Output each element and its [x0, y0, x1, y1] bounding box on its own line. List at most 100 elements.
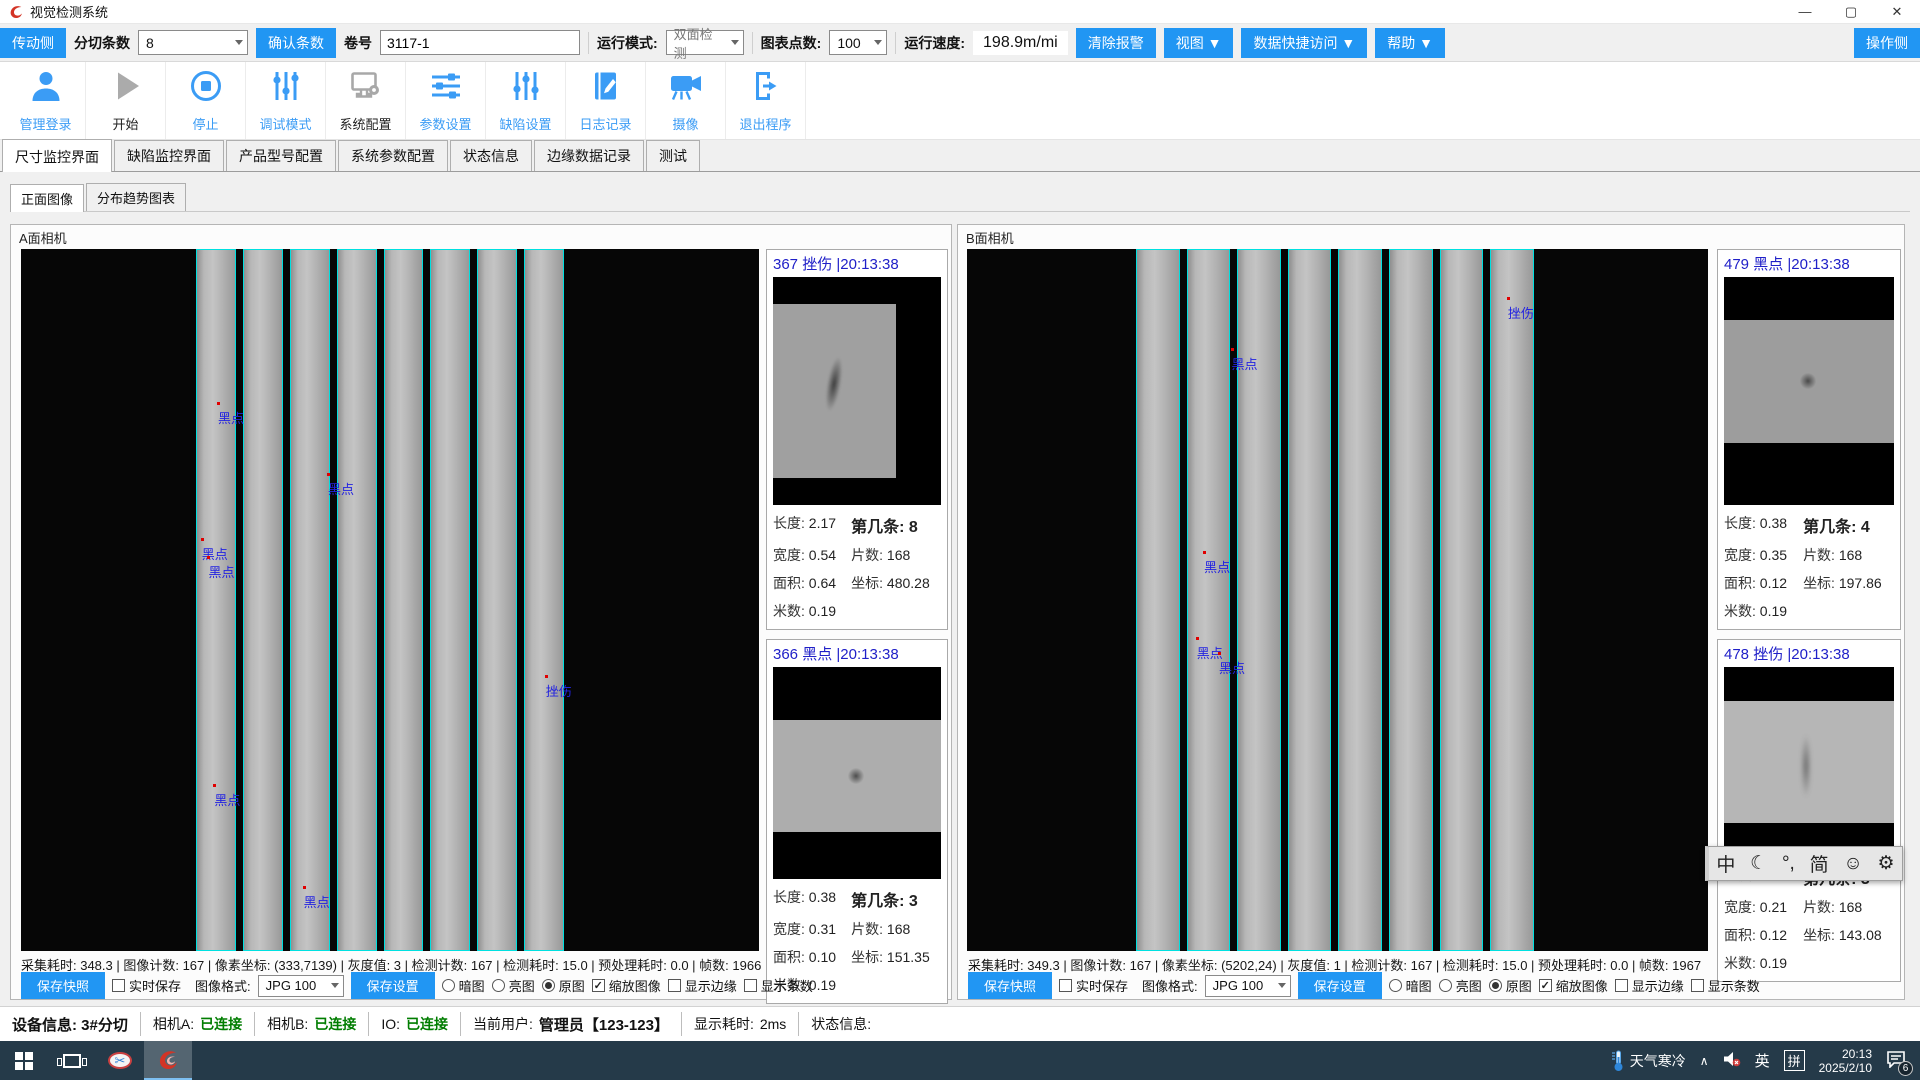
current-user-label: 当前用户:	[473, 1014, 533, 1034]
user-button[interactable]: 管理登录	[6, 62, 86, 139]
chart-points-label: 图表点数:	[761, 33, 822, 53]
ime-mode-indicator[interactable]: 拼	[1784, 1050, 1805, 1071]
maximize-button[interactable]: ▢	[1828, 0, 1874, 23]
run-mode-select[interactable]: 双面检测	[666, 30, 744, 55]
close-button[interactable]: ✕	[1874, 0, 1920, 23]
film-strip	[290, 249, 330, 951]
start-run-button[interactable]: 开始	[86, 62, 166, 139]
realtime-save-checkbox[interactable]: 实时保存	[1059, 976, 1128, 995]
camera-b-panel: B面相机 挫伤黑点黑点黑点黑点 479 黑点 |20:13:38 长度: 0.3…	[957, 224, 1905, 1000]
chart-points-select[interactable]: 100	[829, 30, 887, 55]
image-format-select[interactable]: JPG 100	[1205, 975, 1291, 997]
stop-button[interactable]: 停止	[166, 62, 246, 139]
tab-6[interactable]: 边缘数据记录	[534, 140, 644, 171]
drive-side-button[interactable]: 传动侧	[0, 28, 66, 58]
realtime-save-checkbox[interactable]: 实时保存	[112, 976, 181, 995]
volume-muted-button[interactable]	[1723, 1051, 1741, 1070]
video-camera-button[interactable]: 摄像	[646, 62, 726, 139]
io-status: 已连接	[406, 1014, 448, 1034]
defect-sliders-icon	[508, 68, 544, 109]
defect-annotation: 黑点	[1219, 658, 1245, 677]
save-settings-button[interactable]: 保存设置	[351, 972, 435, 999]
operate-side-button[interactable]: 操作侧	[1854, 28, 1920, 58]
monitor-gear-button[interactable]: 系统配置	[326, 62, 406, 139]
divider	[588, 32, 589, 54]
film-strip	[477, 249, 517, 951]
data-quick-access-menu-button[interactable]: 数据快捷访问 ▼	[1241, 28, 1367, 58]
tab-2[interactable]: 缺陷监控界面	[114, 140, 224, 171]
show-edge-checkbox[interactable]: 显示边缘	[1615, 976, 1684, 995]
tray-expand-button[interactable]: ∧	[1700, 1054, 1709, 1068]
taskbar: ✂ 天气寒冷 ∧ 英 拼 20:13	[0, 1041, 1920, 1080]
ime-simplified-button[interactable]: 简	[1810, 850, 1829, 877]
show-strip-count-checkbox[interactable]: 显示条数	[744, 976, 813, 995]
param-sliders-button[interactable]: 参数设置	[406, 62, 486, 139]
action-center-button[interactable]: 6	[1886, 1050, 1906, 1071]
tab-3[interactable]: 产品型号配置	[226, 140, 336, 171]
subtab-1[interactable]: 正面图像	[10, 184, 84, 212]
journal-pencil-button[interactable]: 日志记录	[566, 62, 646, 139]
save-snapshot-button[interactable]: 保存快照	[968, 972, 1052, 999]
taskbar-app-vision-system[interactable]	[144, 1041, 192, 1080]
weather-tray-item[interactable]: 天气寒冷	[1612, 1050, 1686, 1072]
defect-sliders-button[interactable]: 缺陷设置	[486, 62, 566, 139]
ime-halfmoon-button[interactable]: ☾	[1750, 852, 1767, 875]
defect-annotation: 黑点	[1204, 557, 1230, 576]
show-strip-count-checkbox[interactable]: 显示条数	[1691, 976, 1760, 995]
divider	[895, 32, 896, 54]
clear-alarm-button[interactable]: 清除报警	[1076, 28, 1156, 58]
ime-punctuation-button[interactable]: °,	[1782, 853, 1795, 875]
ime-emoji-button[interactable]: ☺	[1843, 853, 1862, 875]
show-edge-checkbox[interactable]: 显示边缘	[668, 976, 737, 995]
language-indicator[interactable]: 英	[1755, 1050, 1770, 1071]
zoom-image-checkbox[interactable]: 缩放图像	[592, 976, 661, 995]
minimize-button[interactable]: —	[1782, 0, 1828, 23]
tab-4[interactable]: 系统参数配置	[338, 140, 448, 171]
film-strip	[337, 249, 377, 951]
snipping-tool-button[interactable]: ✂	[96, 1041, 144, 1080]
start-button[interactable]	[0, 1041, 48, 1080]
save-snapshot-button[interactable]: 保存快照	[21, 972, 105, 999]
original-image-radio[interactable]: 原图	[542, 976, 585, 995]
bright-image-radio[interactable]: 亮图	[492, 976, 535, 995]
ime-chinese-mode-button[interactable]: 中	[1716, 850, 1735, 877]
notification-count-badge: 6	[1898, 1061, 1913, 1076]
film-strip	[384, 249, 424, 951]
bright-image-radio[interactable]: 亮图	[1439, 976, 1482, 995]
param-sliders-icon	[428, 68, 464, 109]
view-menu-button[interactable]: 视图 ▼	[1164, 28, 1234, 58]
slit-count-select[interactable]: 8	[138, 30, 248, 55]
original-image-radio[interactable]: 原图	[1489, 976, 1532, 995]
camera-a-status-label: 相机A:	[153, 1014, 194, 1034]
camera-b-image[interactable]: 挫伤黑点黑点黑点黑点	[967, 249, 1708, 951]
chevron-down-icon	[1278, 983, 1286, 988]
defect-card: 366 黑点 |20:13:38 长度: 0.38 第几条: 3 宽度: 0.3…	[766, 639, 948, 1004]
save-settings-button[interactable]: 保存设置	[1298, 972, 1382, 999]
roll-number-input[interactable]	[380, 30, 580, 55]
help-menu-button[interactable]: 帮助 ▼	[1375, 28, 1445, 58]
tab-5[interactable]: 状态信息	[450, 140, 532, 171]
task-view-button[interactable]	[48, 1041, 96, 1080]
image-format-select[interactable]: JPG 100	[258, 975, 344, 997]
io-status-label: IO:	[381, 1016, 400, 1032]
zoom-image-checkbox[interactable]: 缩放图像	[1539, 976, 1608, 995]
debug-sliders-button[interactable]: 调试模式	[246, 62, 326, 139]
defect-mark	[1801, 735, 1811, 797]
camera-a-image[interactable]: 黑点黑点黑点黑点挫伤黑点黑点	[21, 249, 759, 951]
confirm-count-button[interactable]: 确认条数	[256, 28, 336, 58]
defect-annotation: 黑点	[328, 479, 354, 498]
camera-b-title: B面相机	[966, 228, 1014, 247]
subtab-2[interactable]: 分布趋势图表	[86, 183, 186, 211]
taskbar-clock[interactable]: 20:13 2025/2/10	[1819, 1047, 1872, 1075]
dark-image-radio[interactable]: 暗图	[442, 976, 485, 995]
ime-toolbar[interactable]: 中 ☾ °, 简 ☺ ⚙	[1705, 846, 1903, 881]
tab-1[interactable]: 尺寸监控界面	[2, 139, 112, 172]
tab-7[interactable]: 测试	[646, 140, 700, 171]
camera-a-defect-cards: 367 挫伤 |20:13:38 长度: 2.17 第几条: 8 宽度: 0.5…	[766, 249, 948, 993]
main-toolbar: 传动侧 分切条数 8 确认条数 卷号 运行模式: 双面检测 图表点数: 100 …	[0, 24, 1920, 62]
dark-image-radio[interactable]: 暗图	[1389, 976, 1432, 995]
ime-settings-gear-button[interactable]: ⚙	[1878, 852, 1895, 875]
exit-door-button[interactable]: 退出程序	[726, 62, 806, 139]
film-strip	[1187, 249, 1231, 951]
defect-thumbnail	[1724, 277, 1894, 505]
